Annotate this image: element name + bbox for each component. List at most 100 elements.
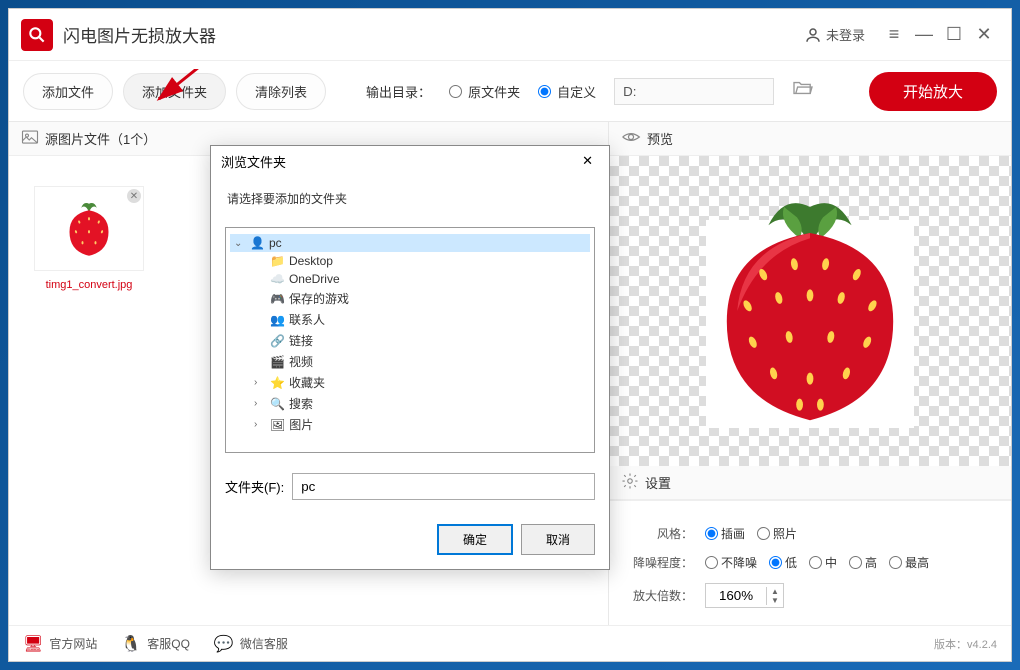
- style-label: 风格：: [625, 525, 693, 542]
- clear-list-button[interactable]: 清除列表: [236, 73, 326, 110]
- footer: 🖥官方网站 🐧客服QQ 💬微信客服 版本：v4.2.4: [9, 625, 1011, 661]
- tree-node-label: Desktop: [289, 254, 333, 268]
- tree-node[interactable]: ›⭐收藏夹: [230, 372, 590, 393]
- folder-icon: 📁: [270, 254, 285, 268]
- tree-node-label: 视频: [289, 353, 313, 370]
- wechat-link[interactable]: 💬微信客服: [214, 634, 288, 654]
- tree-node[interactable]: 🎬 视频: [230, 351, 590, 372]
- tree-node[interactable]: 🎮 保存的游戏: [230, 288, 590, 309]
- dialog-folder-row: 文件夹(F):: [211, 459, 609, 514]
- settings-area: 风格： 插画 照片 降噪程度： 不降噪 低 中 高 最高 放大倍数：: [609, 500, 1011, 620]
- tree-node-label: 搜索: [289, 395, 313, 412]
- radio-denoise-low[interactable]: 低: [769, 554, 797, 571]
- website-link[interactable]: 🖥官方网站: [23, 634, 97, 654]
- output-dir-label: 输出目录：: [366, 82, 431, 101]
- tree-node[interactable]: 📁 Desktop: [230, 252, 590, 270]
- expand-icon[interactable]: ›: [254, 398, 266, 409]
- radio-denoise-none[interactable]: 不降噪: [705, 554, 757, 571]
- radio-denoise-mid[interactable]: 中: [809, 554, 837, 571]
- minimize-button[interactable]: —: [909, 20, 939, 50]
- tree-node-label: 收藏夹: [289, 374, 325, 391]
- close-button[interactable]: ✕: [969, 20, 999, 50]
- expand-icon[interactable]: ›: [254, 419, 266, 430]
- setting-scale-row: 放大倍数： ▲ ▼: [625, 583, 995, 608]
- folder-field-label: 文件夹(F):: [225, 477, 284, 496]
- qq-link[interactable]: 🐧客服QQ: [121, 634, 190, 654]
- thumbnail-remove-icon[interactable]: ✕: [127, 189, 141, 203]
- login-status[interactable]: 未登录: [804, 25, 865, 44]
- thumbnail-image: ✕: [34, 186, 144, 271]
- tree-node[interactable]: › 🔍 搜索: [230, 393, 590, 414]
- eye-icon: [621, 129, 641, 148]
- radio-source-folder[interactable]: 原文件夹: [449, 82, 520, 101]
- tree-node-label: 图片: [289, 416, 313, 433]
- toolbar: 添加文件 添加文件夹 清除列表 输出目录： 原文件夹 自定义 开始放大: [9, 61, 1011, 121]
- folder-icon: 🎬: [270, 355, 285, 369]
- scale-spinner[interactable]: ▲ ▼: [705, 583, 784, 608]
- qq-icon: 🐧: [121, 634, 141, 654]
- add-folder-button[interactable]: 添加文件夹: [123, 73, 226, 110]
- radio-denoise-max[interactable]: 最高: [889, 554, 929, 571]
- tree-node[interactable]: › 🖼 图片: [230, 414, 590, 435]
- folder-icon: 🔍: [270, 397, 285, 411]
- scale-up-icon[interactable]: ▲: [767, 587, 783, 596]
- app-logo-icon: [21, 19, 53, 51]
- folder-icon: 🔗: [270, 334, 285, 348]
- tree-node[interactable]: ☁️OneDrive: [230, 270, 590, 288]
- scale-down-icon[interactable]: ▼: [767, 596, 783, 605]
- strawberry-icon: [49, 196, 129, 261]
- thumbnail-item[interactable]: ✕ timg1_convert.jpg: [29, 186, 149, 291]
- dialog-close-button[interactable]: ✕: [576, 151, 599, 171]
- preview-image: [640, 181, 980, 441]
- menu-button[interactable]: ≡: [879, 20, 909, 50]
- output-path-input[interactable]: [614, 78, 774, 105]
- right-panel: 预览: [609, 122, 1011, 625]
- version-label: 版本：v4.2.4: [934, 636, 997, 652]
- tree-node[interactable]: ⌄ 👤 pc: [230, 234, 590, 252]
- thumbnail-filename: timg1_convert.jpg: [46, 279, 133, 291]
- tree-node-label: pc: [269, 236, 282, 250]
- folder-icon: 👥: [270, 313, 285, 327]
- tree-node-label: 联系人: [289, 311, 325, 328]
- radio-custom-folder[interactable]: 自定义: [538, 82, 596, 101]
- preview-area: [609, 156, 1011, 466]
- folder-tree[interactable]: ⌄ 👤 pc 📁 Desktop ☁️OneDrive 🎮 保存的游戏 👥 联系人 🔗 链接 🎬 视频 ›⭐…: [225, 227, 595, 453]
- scale-input[interactable]: [706, 584, 766, 607]
- dialog-cancel-button[interactable]: 取消: [521, 524, 595, 555]
- dialog-buttons: 确定 取消: [211, 514, 609, 569]
- browse-folder-icon[interactable]: [792, 79, 814, 103]
- dialog-title: 浏览文件夹: [221, 152, 286, 171]
- titlebar: 闪电图片无损放大器 未登录 ≡ — ☐ ✕: [9, 9, 1011, 61]
- preview-panel-header: 预览: [609, 122, 1011, 156]
- monitor-icon: 🖥: [23, 634, 43, 654]
- settings-label: 设置: [645, 473, 671, 492]
- tree-node[interactable]: 👥 联系人: [230, 309, 590, 330]
- maximize-button[interactable]: ☐: [939, 20, 969, 50]
- dialog-prompt: 请选择要添加的文件夹: [211, 176, 609, 221]
- app-title: 闪电图片无损放大器: [63, 22, 804, 47]
- setting-denoise-row: 降噪程度： 不降噪 低 中 高 最高: [625, 554, 995, 571]
- radio-style-photo[interactable]: 照片: [757, 525, 797, 542]
- radio-denoise-high[interactable]: 高: [849, 554, 877, 571]
- start-button[interactable]: 开始放大: [869, 72, 997, 111]
- tree-node[interactable]: 🔗 链接: [230, 330, 590, 351]
- radio-style-illustration[interactable]: 插画: [705, 525, 745, 542]
- denoise-label: 降噪程度：: [625, 554, 693, 571]
- folder-icon: 🖼: [270, 418, 285, 432]
- browse-folder-dialog: 浏览文件夹 ✕ 请选择要添加的文件夹 ⌄ 👤 pc 📁 Desktop ☁️OneDriv…: [210, 145, 610, 570]
- tree-node-label: 链接: [289, 332, 313, 349]
- tree-node-label: 保存的游戏: [289, 290, 349, 307]
- setting-style-row: 风格： 插画 照片: [625, 525, 995, 542]
- folder-name-input[interactable]: [292, 473, 595, 500]
- gear-icon: [621, 472, 639, 493]
- tree-node-label: OneDrive: [289, 272, 340, 286]
- source-panel-title: 源图片文件（1个）: [45, 129, 156, 148]
- user-icon: [804, 26, 822, 44]
- folder-icon: 🎮: [270, 292, 285, 306]
- folder-icon: 👤: [250, 236, 265, 250]
- image-icon: [21, 129, 39, 148]
- dialog-ok-button[interactable]: 确定: [437, 524, 513, 555]
- add-file-button[interactable]: 添加文件: [23, 73, 113, 110]
- expand-icon[interactable]: ›: [254, 377, 266, 388]
- expand-icon[interactable]: ⌄: [234, 238, 246, 249]
